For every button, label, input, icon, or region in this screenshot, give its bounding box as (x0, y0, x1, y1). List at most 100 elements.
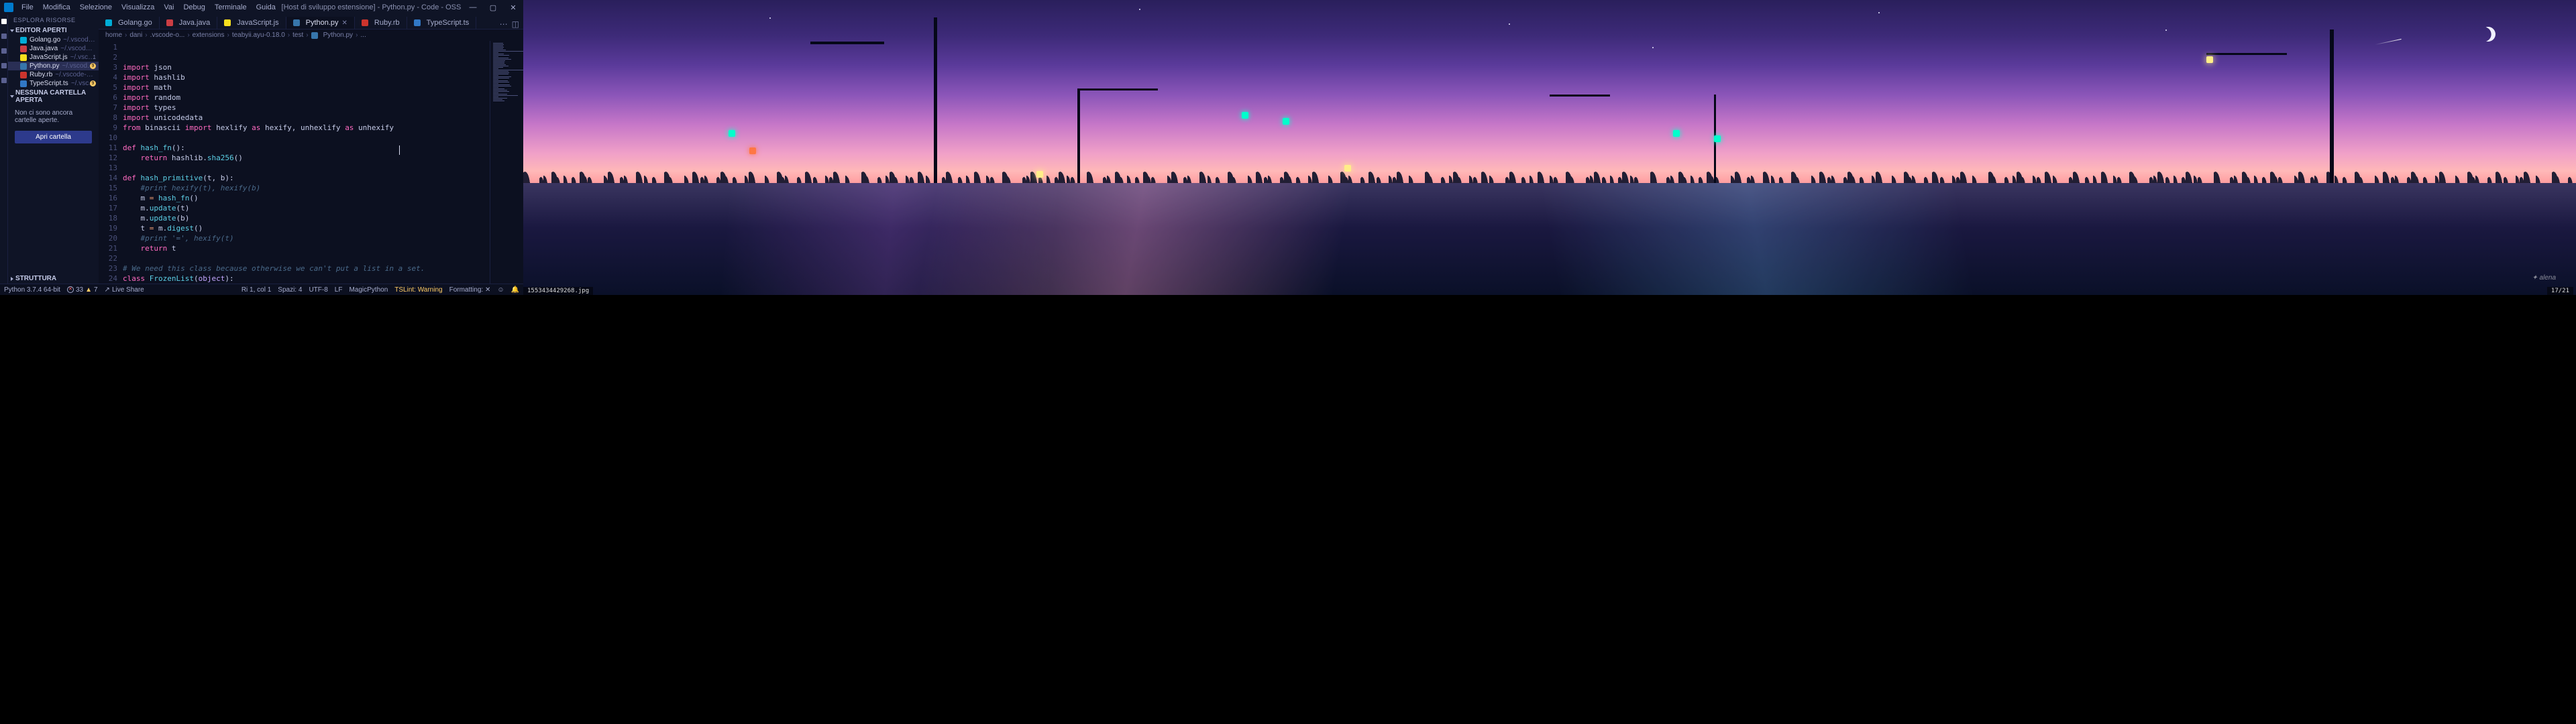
code-line[interactable]: t = m.digest() (123, 223, 490, 233)
menu-terminale[interactable]: Terminale (211, 2, 251, 13)
status-tslint[interactable]: TSLint: Warning (394, 286, 442, 294)
code-line[interactable] (123, 133, 490, 143)
code-line[interactable]: m.update(b) (123, 213, 490, 223)
status-problems[interactable]: ✕ 33 ▲ 7 (67, 286, 98, 294)
code-line[interactable]: # We need this class because otherwise w… (123, 263, 490, 274)
breadcrumb-segment[interactable]: .vscode-o... (150, 32, 185, 39)
breadcrumbs[interactable]: home›dani›.vscode-o...›extensions›teabyi… (99, 29, 523, 41)
outline-section[interactable]: STRUTTURA (8, 274, 99, 284)
code-line[interactable]: return hashlib.sha256() (123, 153, 490, 163)
extensions-icon[interactable] (1, 78, 7, 83)
maximize-button[interactable]: ▢ (483, 3, 503, 12)
status-liveshare[interactable]: ↗ Live Share (105, 286, 144, 294)
line-number: 20 (99, 233, 117, 243)
explorer-icon[interactable] (1, 19, 7, 24)
line-number: 10 (99, 133, 117, 143)
tab-javascript-js[interactable]: JavaScript.js (217, 17, 286, 29)
code-line[interactable]: import hashlib (123, 72, 490, 82)
code-line[interactable]: def hash_primitive(t, b): (123, 173, 490, 183)
status-eol[interactable]: LF (335, 286, 343, 294)
code-line[interactable]: m = hash_fn() (123, 193, 490, 203)
tab-ruby-rb[interactable]: Ruby.rb (355, 17, 407, 29)
file-name: Python.py (30, 62, 59, 70)
open-editor-row[interactable]: TypeScript.ts ~/.vscode-oss/extens...9 (8, 79, 99, 88)
breadcrumb-segment[interactable]: teabyii.ayu-0.18.0 (232, 32, 285, 39)
more-icon[interactable]: ⋯ (500, 19, 508, 29)
open-editor-row[interactable]: Golang.go ~/.vscode-oss/extensions/tea..… (8, 36, 99, 44)
menu-modifica[interactable]: Modifica (39, 2, 74, 13)
vscode-window: FileModificaSelezioneVisualizzaVaiDebugT… (0, 0, 523, 295)
star (1878, 12, 1880, 13)
menu-guida[interactable]: Guida (252, 2, 280, 13)
breadcrumb-segment[interactable]: Python.py (323, 32, 353, 39)
code-line[interactable]: from binascii import hexlify as hexify, … (123, 123, 490, 133)
code-line[interactable]: m.update(t) (123, 203, 490, 213)
tab-typescript-ts[interactable]: TypeScript.ts (407, 17, 477, 29)
search-icon[interactable] (1, 34, 7, 39)
minimize-button[interactable]: — (463, 3, 483, 12)
menu-selezione[interactable]: Selezione (76, 2, 116, 13)
open-editor-row[interactable]: Python.py ~/.vscode-oss/extensions/...9 (8, 62, 99, 70)
open-editors-section[interactable]: EDITOR APERTI (8, 25, 99, 36)
menu-vai[interactable]: Vai (160, 2, 178, 13)
code-line[interactable]: import types (123, 103, 490, 113)
close-button[interactable]: ✕ (503, 3, 523, 12)
chevron-right-icon: › (356, 32, 358, 39)
code-line[interactable]: import json (123, 62, 490, 72)
status-formatting[interactable]: Formatting: ✕ (449, 286, 491, 294)
breadcrumb-segment[interactable]: dani (129, 32, 142, 39)
code-line[interactable]: def hash_fn(): (123, 143, 490, 153)
status-cursor-pos[interactable]: Ri 1, col 1 (241, 286, 271, 294)
close-icon[interactable]: ✕ (342, 19, 347, 27)
status-python[interactable]: Python 3.7.4 64-bit (4, 286, 60, 294)
code-area[interactable]: import jsonimport hashlibimport mathimpo… (123, 41, 490, 284)
minimap[interactable] (490, 41, 523, 284)
code-line[interactable]: import unicodedata (123, 113, 490, 123)
pole-crossarm (810, 42, 884, 44)
file-icon (166, 19, 173, 26)
tab-java-java[interactable]: Java.java (160, 17, 217, 29)
status-language[interactable]: MagicPython (349, 286, 388, 294)
code-line[interactable]: import random (123, 93, 490, 103)
line-number: 8 (99, 113, 117, 123)
editor-body[interactable]: 1234567891011121314151617181920212223242… (99, 41, 523, 284)
breadcrumb-segment[interactable]: extensions (193, 32, 225, 39)
code-line[interactable]: class FrozenList(object): (123, 274, 490, 284)
menu-visualizza[interactable]: Visualizza (117, 2, 158, 13)
open-folder-button[interactable]: Apri cartella (15, 131, 92, 143)
no-folder-section[interactable]: NESSUNA CARTELLA APERTA (8, 88, 99, 105)
open-editor-row[interactable]: Ruby.rb ~/.vscode-oss/extensions/teab... (8, 70, 99, 79)
tab-python-py[interactable]: Python.py✕ (286, 17, 355, 29)
scm-icon[interactable] (1, 48, 7, 54)
menu-bar: FileModificaSelezioneVisualizzaVaiDebugT… (17, 2, 280, 13)
line-number: 4 (99, 72, 117, 82)
split-editor-icon[interactable]: ◫ (512, 19, 519, 29)
breadcrumb-segment[interactable]: ... (360, 32, 366, 39)
menu-file[interactable]: File (17, 2, 38, 13)
line-number: 13 (99, 163, 117, 173)
open-editor-row[interactable]: JavaScript.js ~/.vscode-oss/extensions/.… (8, 53, 99, 62)
line-number: 18 (99, 213, 117, 223)
status-bell-icon[interactable]: 🔔 (511, 286, 519, 294)
status-encoding[interactable]: UTF-8 (309, 286, 327, 294)
row-hint: 1 (93, 54, 96, 60)
code-line[interactable]: import math (123, 82, 490, 93)
chevron-right-icon: › (125, 32, 127, 39)
main-area: ESPLORA RISORSE EDITOR APERTI Golang.go … (0, 15, 523, 284)
code-line[interactable]: return t (123, 243, 490, 253)
traffic-light (1242, 112, 1248, 119)
code-line[interactable] (123, 253, 490, 263)
code-line[interactable]: #print hexify(t), hexify(b) (123, 183, 490, 193)
traffic-light (1673, 130, 1680, 137)
status-indent[interactable]: Spazi: 4 (278, 286, 302, 294)
breadcrumb-segment[interactable]: home (105, 32, 122, 39)
tab-golang-go[interactable]: Golang.go (99, 17, 160, 29)
star (1652, 47, 1654, 48)
menu-debug[interactable]: Debug (179, 2, 209, 13)
code-line[interactable]: #print '=', hexify(t) (123, 233, 490, 243)
open-editor-row[interactable]: Java.java ~/.vscode-oss/extensions/tea..… (8, 44, 99, 53)
breadcrumb-segment[interactable]: test (292, 32, 303, 39)
code-line[interactable] (123, 163, 490, 173)
debug-icon[interactable] (1, 63, 7, 68)
status-feedback-icon[interactable]: ☺ (497, 286, 504, 294)
